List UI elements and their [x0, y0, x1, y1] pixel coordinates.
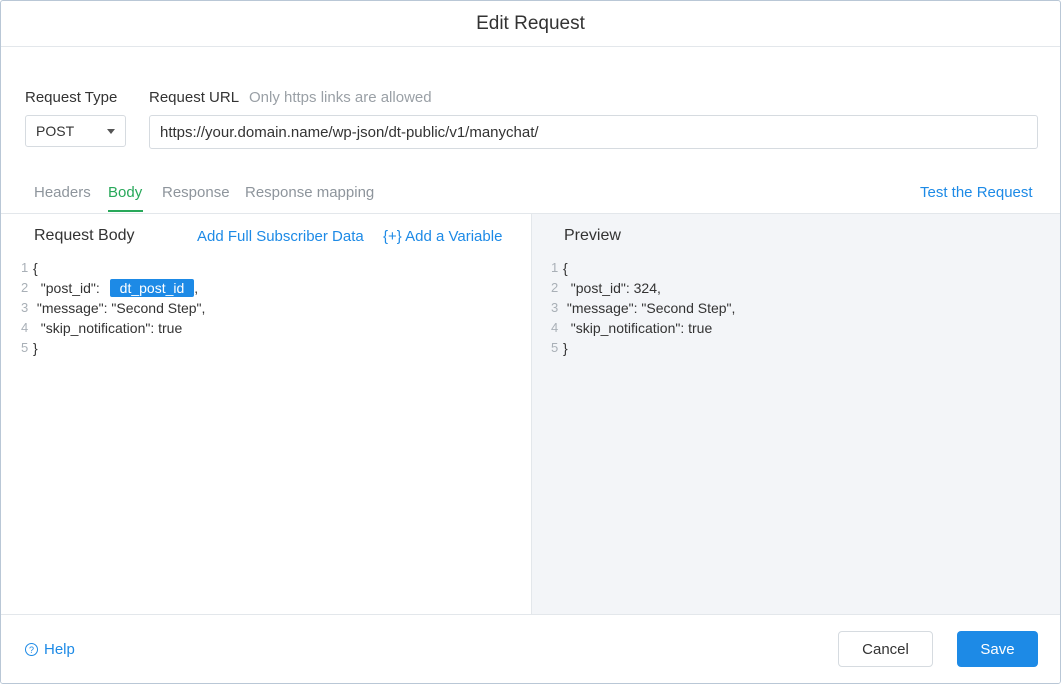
request-body-editor[interactable]: 1{ 2 "post_id": dt_post_id, 3 "message":… — [21, 258, 205, 358]
code-line: 1{ — [21, 258, 205, 278]
line-number: 4 — [21, 320, 29, 335]
code-line: 4 "skip_notification": true — [21, 318, 205, 338]
code-text: "message": "Second Step", — [563, 300, 736, 316]
request-type-label: Request Type — [25, 89, 118, 106]
line-number: 3 — [21, 300, 29, 315]
line-number: 5 — [21, 340, 29, 355]
code-text: } — [563, 340, 568, 356]
code-line: 2 "post_id": 324, — [551, 278, 735, 298]
code-text: "skip_notification": true — [33, 320, 183, 336]
code-text: "skip_notification": true — [563, 320, 713, 336]
line-number: 5 — [551, 340, 559, 355]
line-number: 2 — [551, 280, 559, 295]
variable-chip-dt-post-id[interactable]: dt_post_id — [109, 279, 195, 297]
cancel-button[interactable]: Cancel — [838, 631, 933, 667]
line-number: 1 — [21, 260, 29, 275]
code-text: { — [33, 260, 38, 276]
request-body-title: Request Body — [34, 227, 135, 244]
code-text: , — [194, 280, 199, 296]
request-url-input[interactable] — [149, 115, 1038, 149]
request-url-hint: Only https links are allowed — [249, 89, 432, 106]
preview-code: 1{ 2 "post_id": 324, 3 "message": "Secon… — [551, 258, 735, 358]
request-url-label: Request URL — [149, 89, 240, 106]
code-line: 5} — [21, 338, 205, 358]
help-link[interactable]: ? Help — [25, 641, 75, 658]
tab-response[interactable]: Response — [162, 184, 230, 201]
code-text: } — [33, 340, 38, 356]
code-line: 4 "skip_notification": true — [551, 318, 735, 338]
help-label: Help — [44, 641, 75, 658]
code-line: 1{ — [551, 258, 735, 278]
line-number: 3 — [551, 300, 559, 315]
chevron-down-icon — [107, 129, 115, 134]
add-full-subscriber-data-link[interactable]: Add Full Subscriber Data — [197, 228, 364, 245]
code-text: "message": "Second Step", — [33, 300, 206, 316]
tab-headers[interactable]: Headers — [34, 184, 91, 201]
code-line: 3 "message": "Second Step", — [551, 298, 735, 318]
dialog-title: Edit Request — [476, 12, 585, 34]
edit-request-dialog: Edit Request Request Type Request URL On… — [0, 0, 1061, 684]
add-variable-link[interactable]: {+} Add a Variable — [383, 228, 502, 245]
dialog-header: Edit Request — [1, 1, 1060, 47]
code-line: 2 "post_id": dt_post_id, — [21, 278, 205, 298]
line-number: 2 — [21, 280, 29, 295]
tab-response-mapping[interactable]: Response mapping — [245, 184, 374, 201]
code-text: { — [563, 260, 568, 276]
line-number: 1 — [551, 260, 559, 275]
preview-title: Preview — [564, 227, 621, 244]
code-line: 5} — [551, 338, 735, 358]
request-type-value: POST — [36, 123, 75, 139]
test-request-link[interactable]: Test the Request — [920, 184, 1033, 201]
code-text: "post_id": — [33, 280, 104, 296]
active-tab-indicator — [108, 210, 143, 212]
request-type-select[interactable]: POST — [25, 115, 126, 147]
question-circle-icon: ? — [25, 643, 38, 656]
code-line: 3 "message": "Second Step", — [21, 298, 205, 318]
line-number: 4 — [551, 320, 559, 335]
tab-body[interactable]: Body — [108, 184, 142, 201]
save-button[interactable]: Save — [957, 631, 1038, 667]
code-text: "post_id": 324, — [563, 280, 661, 296]
